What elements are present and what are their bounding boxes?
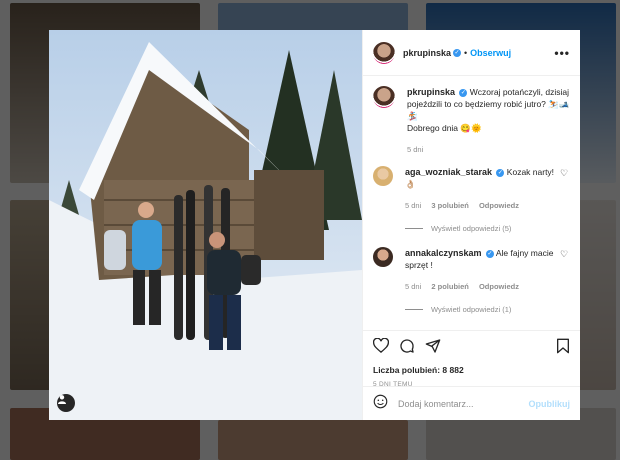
comments-list[interactable]: pkrupinska ✓ Wczoraj potańczyli, dzisiaj… [363, 76, 580, 330]
tag-user-icon[interactable] [57, 394, 75, 412]
post-header: pkrupinska ✓ • Obserwuj ••• [363, 30, 580, 76]
reply-button[interactable]: Odpowiedz [479, 201, 519, 210]
bookmark-icon[interactable] [556, 338, 570, 359]
caption-username[interactable]: pkrupinska [407, 87, 455, 97]
comment-item: aga_wozniak_starak ✓ Kozak narty! 👌🏼 5 d… [373, 166, 570, 212]
more-options-icon[interactable]: ••• [554, 46, 570, 60]
replies-line [405, 309, 423, 310]
action-icons [372, 337, 570, 359]
comment-username[interactable]: aga_wozniak_starak [405, 167, 492, 177]
author-avatar[interactable] [373, 41, 395, 64]
comment-username[interactable]: annakalczynskam [405, 248, 482, 258]
action-bar: Liczba polubień: 8 882 5 DNI TEMU [363, 330, 580, 388]
verified-icon: ✓ [459, 88, 468, 97]
commenter-avatar[interactable] [373, 247, 393, 267]
comment-likes[interactable]: 2 polubień [431, 282, 469, 291]
comment-icon[interactable] [399, 338, 415, 359]
replies-line [405, 228, 423, 229]
share-icon[interactable] [425, 338, 441, 359]
commenter-avatar[interactable] [373, 166, 393, 186]
caption: pkrupinska ✓ Wczoraj potańczyli, dzisiaj… [373, 86, 570, 156]
separator-dot: • [464, 47, 468, 58]
add-comment-bar: Dodaj komentarz... Opublikuj [363, 386, 580, 420]
comment-heart-icon[interactable]: ♡ [560, 249, 570, 293]
comment-likes[interactable]: 3 polubień [431, 201, 469, 210]
comment-meta: 5 dni 3 polubień Odpowiedz [405, 200, 560, 212]
post-image-illustration [49, 30, 362, 420]
verified-icon: ✓ [485, 249, 494, 258]
follow-button[interactable]: Obserwuj [470, 48, 511, 58]
comment-input[interactable]: Dodaj komentarz... [398, 399, 529, 409]
view-replies[interactable]: Wyświetl odpowiedzi (1) [405, 305, 570, 314]
post-modal: pkrupinska ✓ • Obserwuj ••• pkrupinska ✓… [49, 30, 580, 420]
author-username[interactable]: pkrupinska [403, 48, 451, 58]
comment-item: annakalczynskam ✓ Ale fajny macie sprzęt… [373, 247, 570, 293]
likes-count[interactable]: Liczba polubień: 8 882 [373, 365, 570, 375]
view-replies-label[interactable]: Wyświetl odpowiedzi (5) [431, 224, 511, 233]
comment-time[interactable]: 5 dni [405, 282, 421, 291]
reply-button[interactable]: Odpowiedz [479, 282, 519, 291]
verified-icon: ✓ [453, 48, 462, 57]
verified-icon: ✓ [496, 168, 505, 177]
author-avatar[interactable] [373, 86, 395, 108]
emoji-icon[interactable] [373, 394, 388, 414]
post-photo[interactable] [49, 30, 362, 420]
heart-icon[interactable] [372, 337, 390, 358]
caption-time[interactable]: 5 dni [407, 145, 423, 154]
publish-button[interactable]: Opublikuj [529, 399, 571, 409]
view-replies-label[interactable]: Wyświetl odpowiedzi (1) [431, 305, 511, 314]
post-sidebar: pkrupinska ✓ • Obserwuj ••• pkrupinska ✓… [362, 30, 580, 420]
comment-meta: 5 dni 2 polubień Odpowiedz [405, 281, 560, 293]
caption-meta: 5 dni [407, 144, 570, 156]
caption-text-2: Dobrego dnia 😋🌞 [407, 123, 482, 133]
comment-heart-icon[interactable]: ♡ [560, 168, 570, 212]
comment-time[interactable]: 5 dni [405, 201, 421, 210]
view-replies[interactable]: Wyświetl odpowiedzi (5) [405, 224, 570, 233]
